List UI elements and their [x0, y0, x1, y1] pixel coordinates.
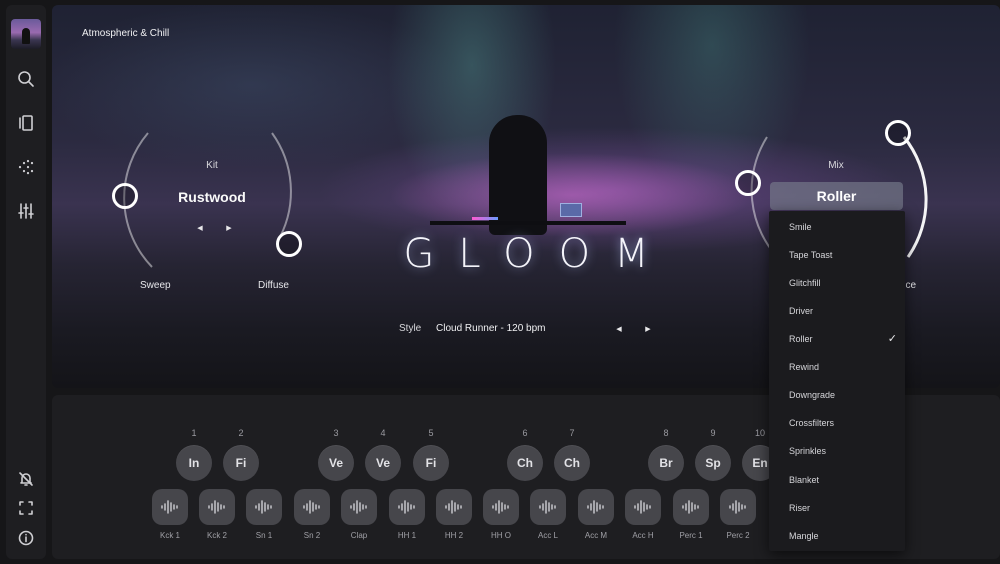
- mix-option-selected[interactable]: Roller ✓: [769, 328, 905, 350]
- mix-option[interactable]: Riser: [769, 497, 905, 519]
- fullscreen-icon[interactable]: [16, 498, 36, 518]
- sample-pad[interactable]: [625, 489, 661, 525]
- waveform-icon: [160, 500, 180, 514]
- kit-next-button[interactable]: ▶: [223, 224, 235, 232]
- pattern-pad-6[interactable]: Ch: [507, 445, 543, 481]
- ambience-knob[interactable]: [885, 120, 911, 146]
- desk-illustration: [430, 221, 626, 225]
- waveform-icon: [491, 500, 511, 514]
- pad-number: 7: [569, 428, 575, 438]
- instrument-thumbnail[interactable]: [11, 19, 41, 49]
- waveform-icon: [349, 500, 369, 514]
- dots-icon[interactable]: [16, 157, 36, 177]
- pad-number: 9: [710, 428, 716, 438]
- pad-number: 6: [522, 428, 528, 438]
- mix-option[interactable]: Smile: [769, 216, 905, 238]
- kit-prev-button[interactable]: ◀: [194, 224, 206, 232]
- pattern-pad-4[interactable]: Ve: [365, 445, 401, 481]
- pad-number: 2: [238, 428, 244, 438]
- mix-option[interactable]: Rewind: [769, 356, 905, 378]
- notifications-off-icon[interactable]: [16, 469, 36, 489]
- kit-label: Kit: [206, 160, 218, 171]
- mix-option[interactable]: Mangle: [769, 525, 905, 547]
- search-icon[interactable]: [16, 69, 36, 89]
- desk-led-illustration: [472, 217, 498, 220]
- sample-pad[interactable]: [152, 489, 188, 525]
- pad-number: 10: [754, 428, 765, 438]
- style-value[interactable]: Cloud Runner - 120 bpm: [436, 323, 546, 334]
- mix-option[interactable]: Blanket: [769, 469, 905, 491]
- mix-dropdown-menu: Smile Tape Toast Glitchfill Driver Rolle…: [769, 211, 905, 551]
- check-icon: ✓: [887, 333, 897, 345]
- info-icon[interactable]: [16, 528, 36, 548]
- mix-option[interactable]: Sprinkles: [769, 440, 905, 462]
- sample-pad[interactable]: [578, 489, 614, 525]
- waveform-icon: [207, 500, 227, 514]
- browser-icon[interactable]: [16, 113, 36, 133]
- app-window: Atmospheric & Chill GLOOM Sweep Diffuse …: [0, 0, 1000, 564]
- pattern-pad-8[interactable]: Br: [648, 445, 684, 481]
- sample-pad[interactable]: [294, 489, 330, 525]
- pad-number: 8: [663, 428, 669, 438]
- pattern-pad-2[interactable]: Fi: [223, 445, 259, 481]
- sidebar: [6, 5, 46, 559]
- sweep-label: Sweep: [140, 280, 171, 291]
- pattern-pad-9[interactable]: Sp: [695, 445, 731, 481]
- pattern-pad-7[interactable]: Ch: [554, 445, 590, 481]
- sample-pad[interactable]: [246, 489, 282, 525]
- sample-pad[interactable]: [673, 489, 709, 525]
- sample-label: Perc 2: [726, 531, 750, 540]
- waveform-icon: [254, 500, 274, 514]
- mix-option[interactable]: Glitchfill: [769, 272, 905, 294]
- mixer-sliders-icon[interactable]: [16, 201, 36, 221]
- waveform-icon: [538, 500, 558, 514]
- waveform-icon: [397, 500, 417, 514]
- pattern-pad-1[interactable]: In: [176, 445, 212, 481]
- waveform-icon: [681, 500, 701, 514]
- sample-pad[interactable]: [199, 489, 235, 525]
- style-prev-button[interactable]: ◀: [613, 325, 625, 333]
- sample-pad[interactable]: [483, 489, 519, 525]
- mix-left-knob[interactable]: [735, 170, 761, 196]
- sample-pad[interactable]: [389, 489, 425, 525]
- mix-option[interactable]: Driver: [769, 300, 905, 322]
- mix-option[interactable]: Crossfilters: [769, 412, 905, 434]
- pattern-pad-3[interactable]: Ve: [318, 445, 354, 481]
- waveform-icon: [728, 500, 748, 514]
- pad-number: 3: [333, 428, 339, 438]
- waveform-icon: [586, 500, 606, 514]
- style-label: Style: [399, 323, 422, 334]
- diffuse-label: Diffuse: [258, 280, 289, 291]
- style-next-button[interactable]: ▶: [642, 325, 654, 333]
- pad-number: 1: [191, 428, 197, 438]
- laptop-illustration: [560, 203, 582, 217]
- mix-option-label: Roller: [789, 334, 813, 344]
- pad-number: 4: [380, 428, 386, 438]
- pattern-pad-5[interactable]: Fi: [413, 445, 449, 481]
- waveform-icon: [302, 500, 322, 514]
- kit-name: Rustwood: [178, 189, 246, 205]
- mix-option[interactable]: Tape Toast: [769, 244, 905, 266]
- mix-option[interactable]: Downgrade: [769, 384, 905, 406]
- sample-pad[interactable]: [436, 489, 472, 525]
- diffuse-knob[interactable]: [276, 231, 302, 257]
- sample-pad[interactable]: [530, 489, 566, 525]
- mix-label: Mix: [828, 160, 844, 171]
- waveform-icon: [633, 500, 653, 514]
- mix-select[interactable]: Roller: [770, 182, 903, 210]
- sample-pad[interactable]: [720, 489, 756, 525]
- preset-category-title: Atmospheric & Chill: [82, 28, 170, 39]
- sample-pad[interactable]: [341, 489, 377, 525]
- waveform-icon: [444, 500, 464, 514]
- pad-number: 5: [428, 428, 434, 438]
- sweep-knob[interactable]: [112, 183, 138, 209]
